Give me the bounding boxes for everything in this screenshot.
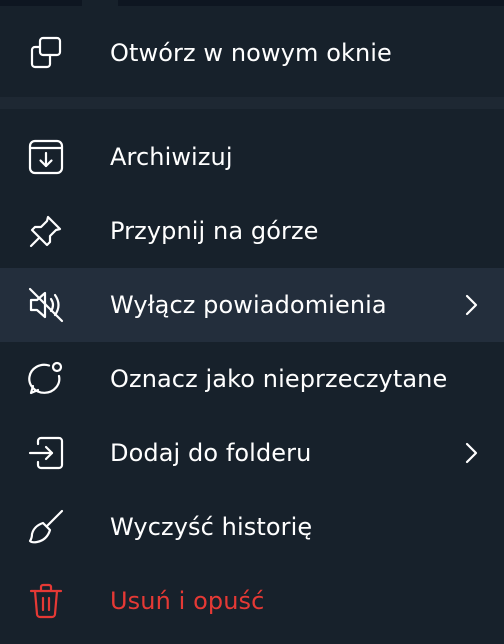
menu-item-label: Wyczyść historię (110, 513, 313, 541)
menu-item-label: Archiwizuj (110, 143, 233, 171)
context-menu: Otwórz w nowym oknie Archiwizuj Przypnij… (0, 0, 504, 644)
menu-item-delete-and-leave[interactable]: Usuń i opuść (0, 564, 504, 638)
menu-item-open-new-window[interactable]: Otwórz w nowym oknie (0, 16, 504, 90)
archive-icon (26, 137, 66, 177)
menu-item-archive[interactable]: Archiwizuj (0, 120, 504, 194)
menu-item-add-to-folder[interactable]: Dodaj do folderu (0, 416, 504, 490)
chevron-right-icon (460, 440, 484, 466)
pin-icon (26, 211, 66, 251)
mute-icon (26, 285, 66, 325)
menu-item-clear-history[interactable]: Wyczyść historię (0, 490, 504, 564)
clear-history-icon (26, 507, 66, 547)
menu-separator (0, 97, 504, 109)
menu-item-label: Otwórz w nowym oknie (110, 39, 392, 67)
trash-icon (26, 581, 66, 621)
add-to-folder-icon (26, 433, 66, 473)
menu-item-label: Usuń i opuść (110, 587, 265, 615)
mark-unread-icon (26, 359, 66, 399)
menu-item-pin[interactable]: Przypnij na górze (0, 194, 504, 268)
menu-item-label: Dodaj do folderu (110, 439, 312, 467)
menu-item-label: Oznacz jako nieprzeczytane (110, 365, 448, 393)
menu-item-mark-unread[interactable]: Oznacz jako nieprzeczytane (0, 342, 504, 416)
menu-top-edge (0, 0, 504, 6)
new-window-icon (26, 33, 66, 73)
menu-item-label: Przypnij na górze (110, 217, 319, 245)
menu-item-mute-notifications[interactable]: Wyłącz powiadomienia (0, 268, 504, 342)
menu-item-label: Wyłącz powiadomienia (110, 291, 387, 319)
chevron-right-icon (460, 292, 484, 318)
